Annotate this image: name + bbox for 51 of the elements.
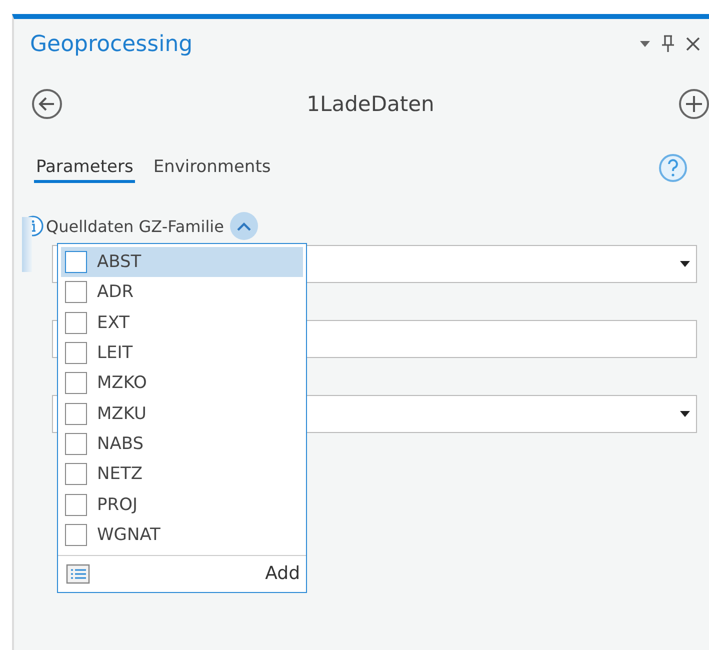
item-label: NETZ <box>97 464 142 484</box>
tab[interactable]: Environments <box>151 153 273 183</box>
checkbox[interactable] <box>65 432 87 455</box>
pin-icon[interactable] <box>661 35 675 53</box>
item-label: ABST <box>97 252 142 272</box>
list-item[interactable]: EXT <box>61 308 303 338</box>
item-label: ADR <box>97 282 134 302</box>
item-label: NABS <box>97 434 144 454</box>
checkbox[interactable] <box>65 281 87 304</box>
item-label: WGNAT <box>97 524 160 545</box>
list-item[interactable]: MZKO <box>61 368 303 398</box>
checkbox[interactable] <box>65 312 87 334</box>
checkbox[interactable] <box>65 402 87 425</box>
list-icon[interactable] <box>66 564 90 584</box>
list-item[interactable]: PROJ <box>61 489 303 520</box>
item-label: MZKU <box>97 404 146 424</box>
dropdown-arrow-icon <box>680 261 690 267</box>
list-item[interactable]: ABST <box>61 247 303 278</box>
list-item[interactable]: NETZ <box>61 459 303 490</box>
tool-name: 1LadeDaten <box>306 92 436 116</box>
plus-icon <box>685 95 703 113</box>
list-item[interactable]: WGNAT <box>61 520 303 550</box>
focus-strip <box>22 217 32 272</box>
pane-title: Geoprocessing <box>30 32 194 56</box>
dropdown-arrow-icon <box>680 411 690 417</box>
back-button[interactable] <box>32 89 62 119</box>
item-label: PROJ <box>97 494 138 515</box>
arrow-left-icon <box>38 96 56 112</box>
checkbox[interactable] <box>65 463 87 486</box>
chevron-icon <box>236 222 251 230</box>
help-button[interactable] <box>659 154 687 182</box>
add-button[interactable] <box>679 89 709 119</box>
parameter-label: Quelldaten GZ-Familie <box>46 216 224 236</box>
add-button[interactable]: Add <box>265 563 300 584</box>
checkbox[interactable] <box>65 372 87 394</box>
dropdown-caret-icon[interactable] <box>639 40 651 48</box>
list-item[interactable]: ADR <box>61 277 303 308</box>
checkbox[interactable] <box>65 494 87 516</box>
list-item[interactable]: MZKU <box>61 398 303 429</box>
tab[interactable]: Parameters <box>34 153 136 183</box>
collapse-button[interactable] <box>230 212 258 240</box>
checkbox[interactable] <box>65 251 87 274</box>
help-icon <box>667 159 679 177</box>
checkbox[interactable] <box>65 342 87 364</box>
close-icon[interactable] <box>685 36 701 52</box>
item-label: MZKO <box>97 373 147 394</box>
list-item[interactable]: NABS <box>61 428 303 460</box>
checkbox[interactable] <box>65 524 87 546</box>
item-label: EXT <box>97 312 130 333</box>
item-label: LEIT <box>97 343 133 364</box>
list-item[interactable]: LEIT <box>61 338 303 368</box>
